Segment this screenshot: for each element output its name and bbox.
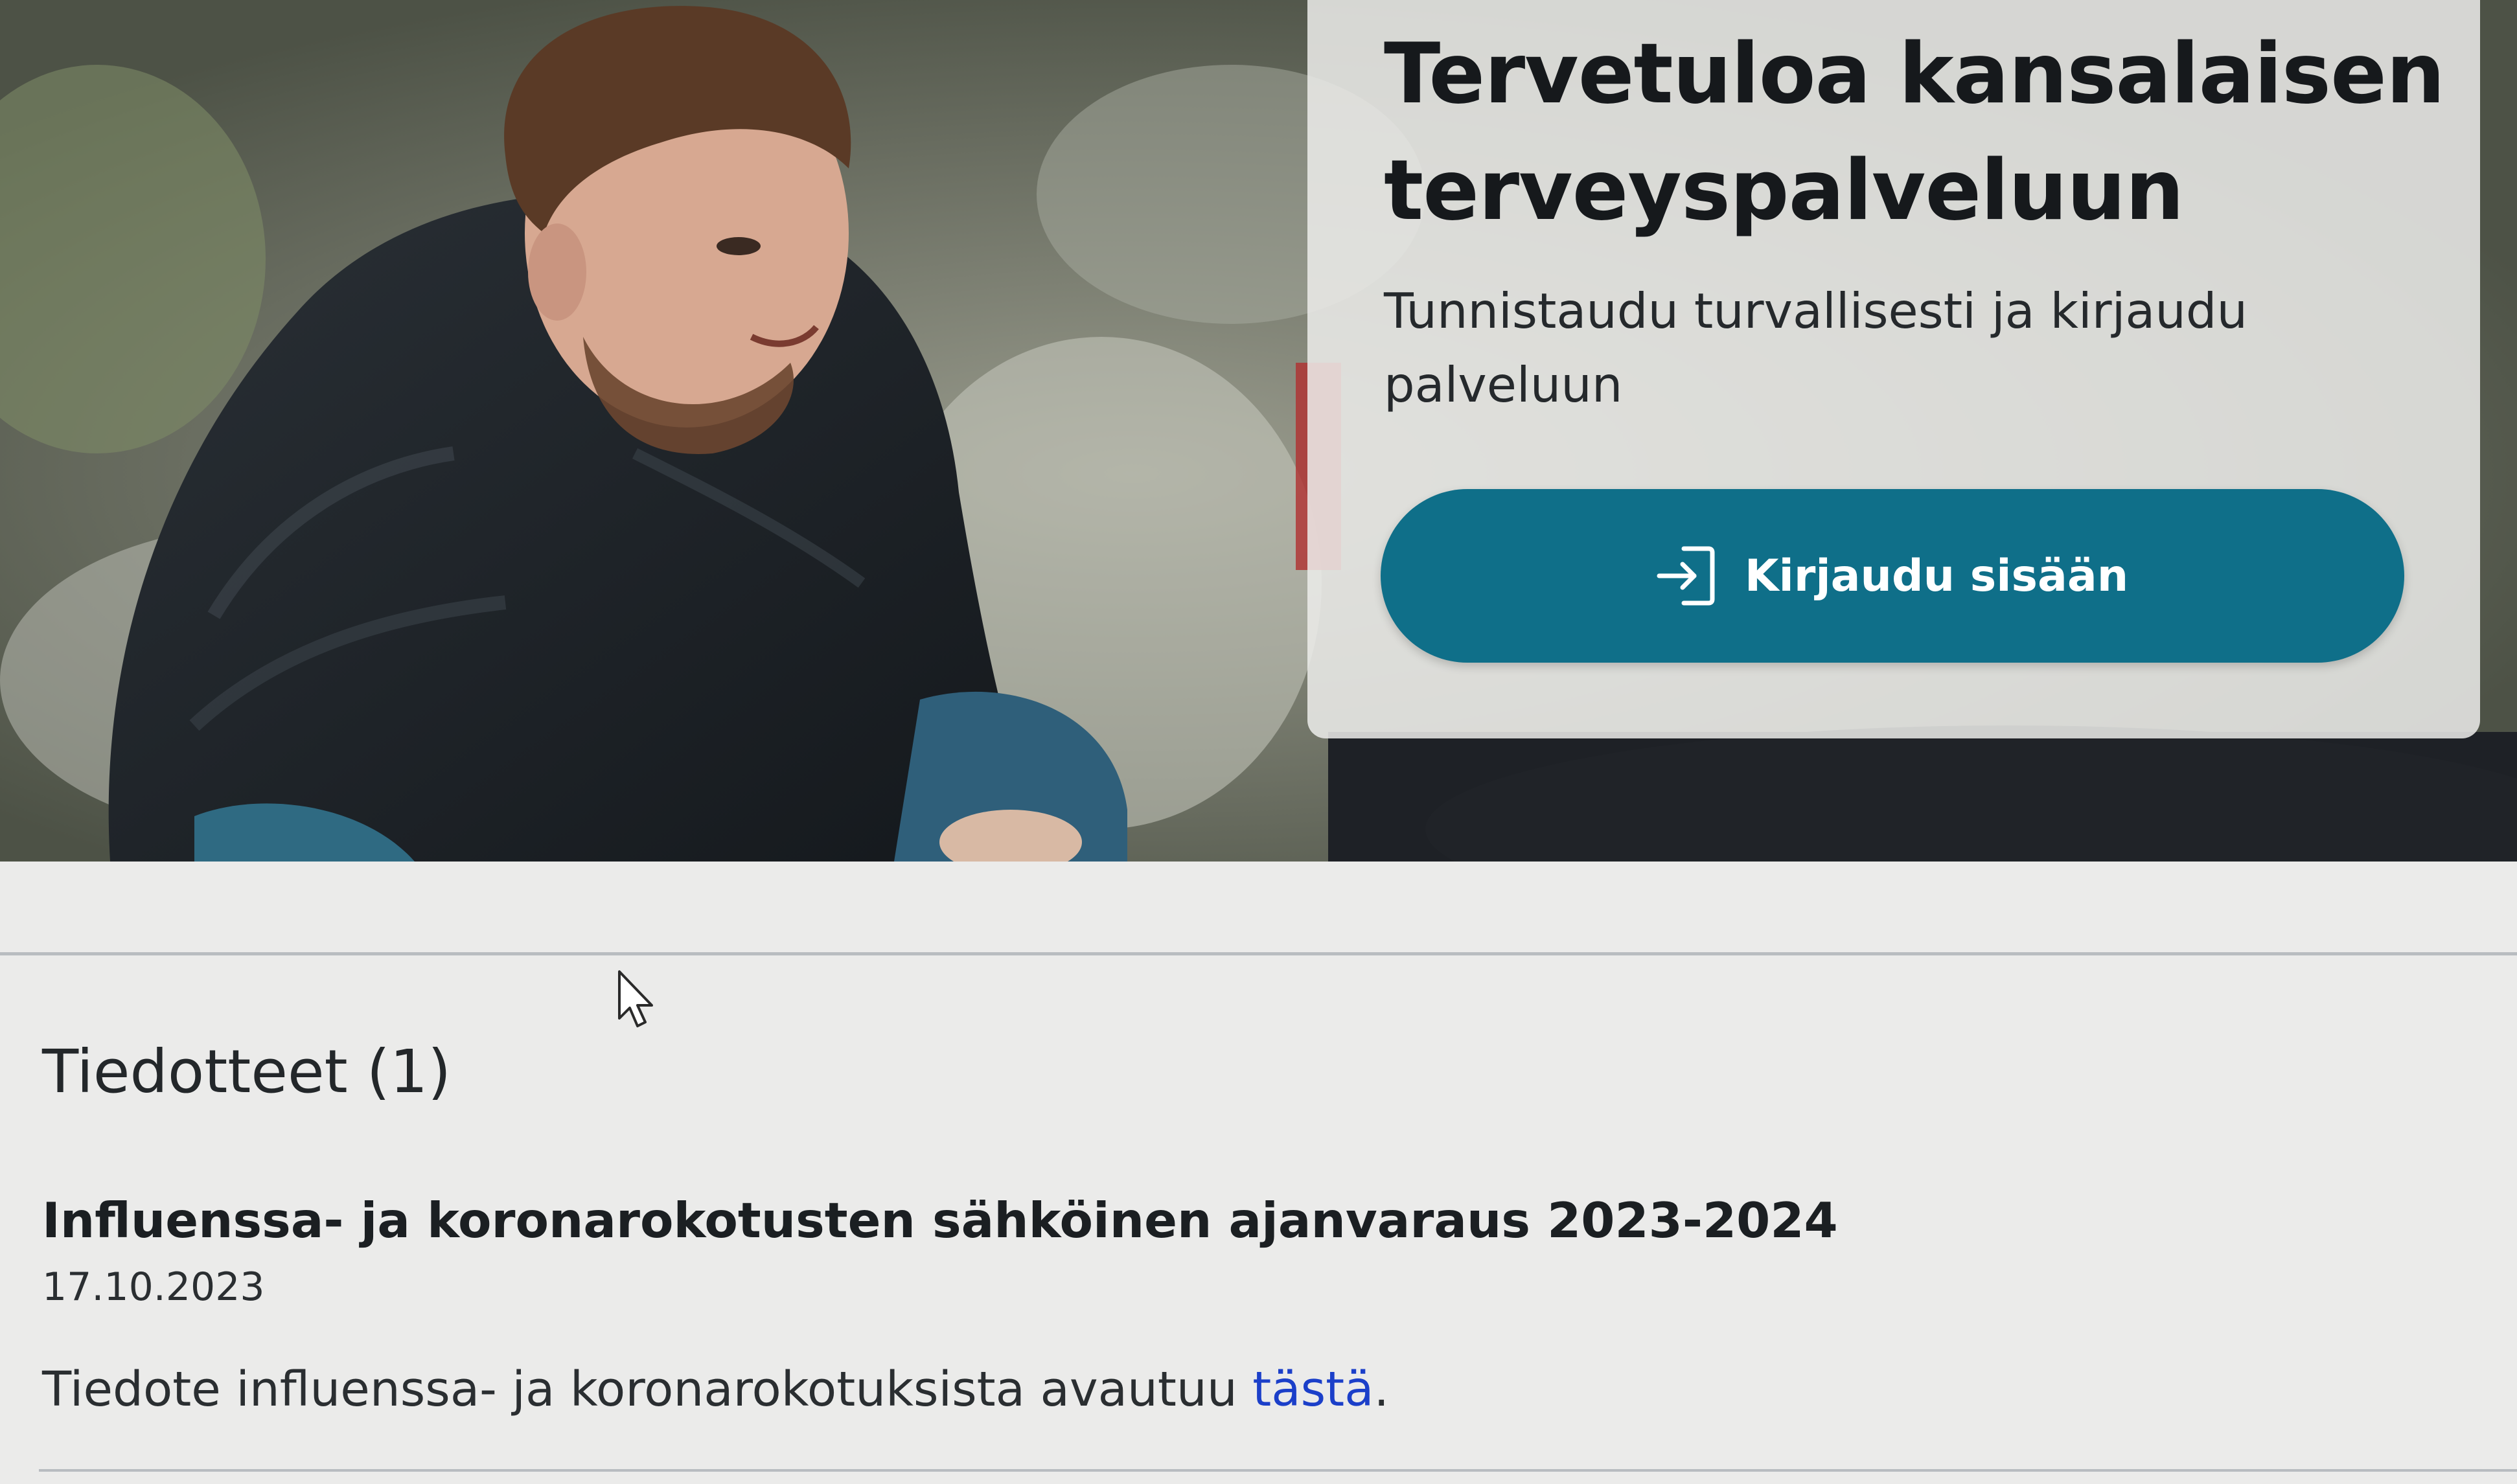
hero-banner: Tervetuloa kansalaisen terveyspalveluun …	[0, 0, 2517, 862]
section-divider-bottom	[39, 1469, 2517, 1472]
section-divider	[0, 952, 2517, 955]
notice-date: 17.10.2023	[42, 1264, 265, 1310]
login-button-label: Kirjaudu sisään	[1744, 550, 2129, 602]
notice-body-end: .	[1373, 1362, 1390, 1417]
login-button[interactable]: Kirjaudu sisään	[1381, 489, 2404, 663]
mouse-cursor-icon	[618, 970, 653, 1027]
hero-subtitle: Tunnistaudu turvallisesti ja kirjaudu pa…	[1384, 282, 2248, 413]
hero-title: Tervetuloa kansalaisen terveyspalveluun	[1384, 26, 2445, 239]
notice-body-text: Tiedote influenssa- ja koronarokotuksist…	[42, 1362, 1253, 1417]
notices-heading: Tiedotteet (1)	[42, 1037, 452, 1106]
login-card: Tervetuloa kansalaisen terveyspalveluun …	[1307, 0, 2480, 738]
login-icon	[1657, 546, 1715, 606]
notice-title: Influenssa- ja koronarokotusten sähköine…	[42, 1192, 1838, 1249]
notice-body: Tiedote influenssa- ja koronarokotuksist…	[42, 1354, 1389, 1425]
notice-link[interactable]: tästä	[1252, 1362, 1373, 1417]
